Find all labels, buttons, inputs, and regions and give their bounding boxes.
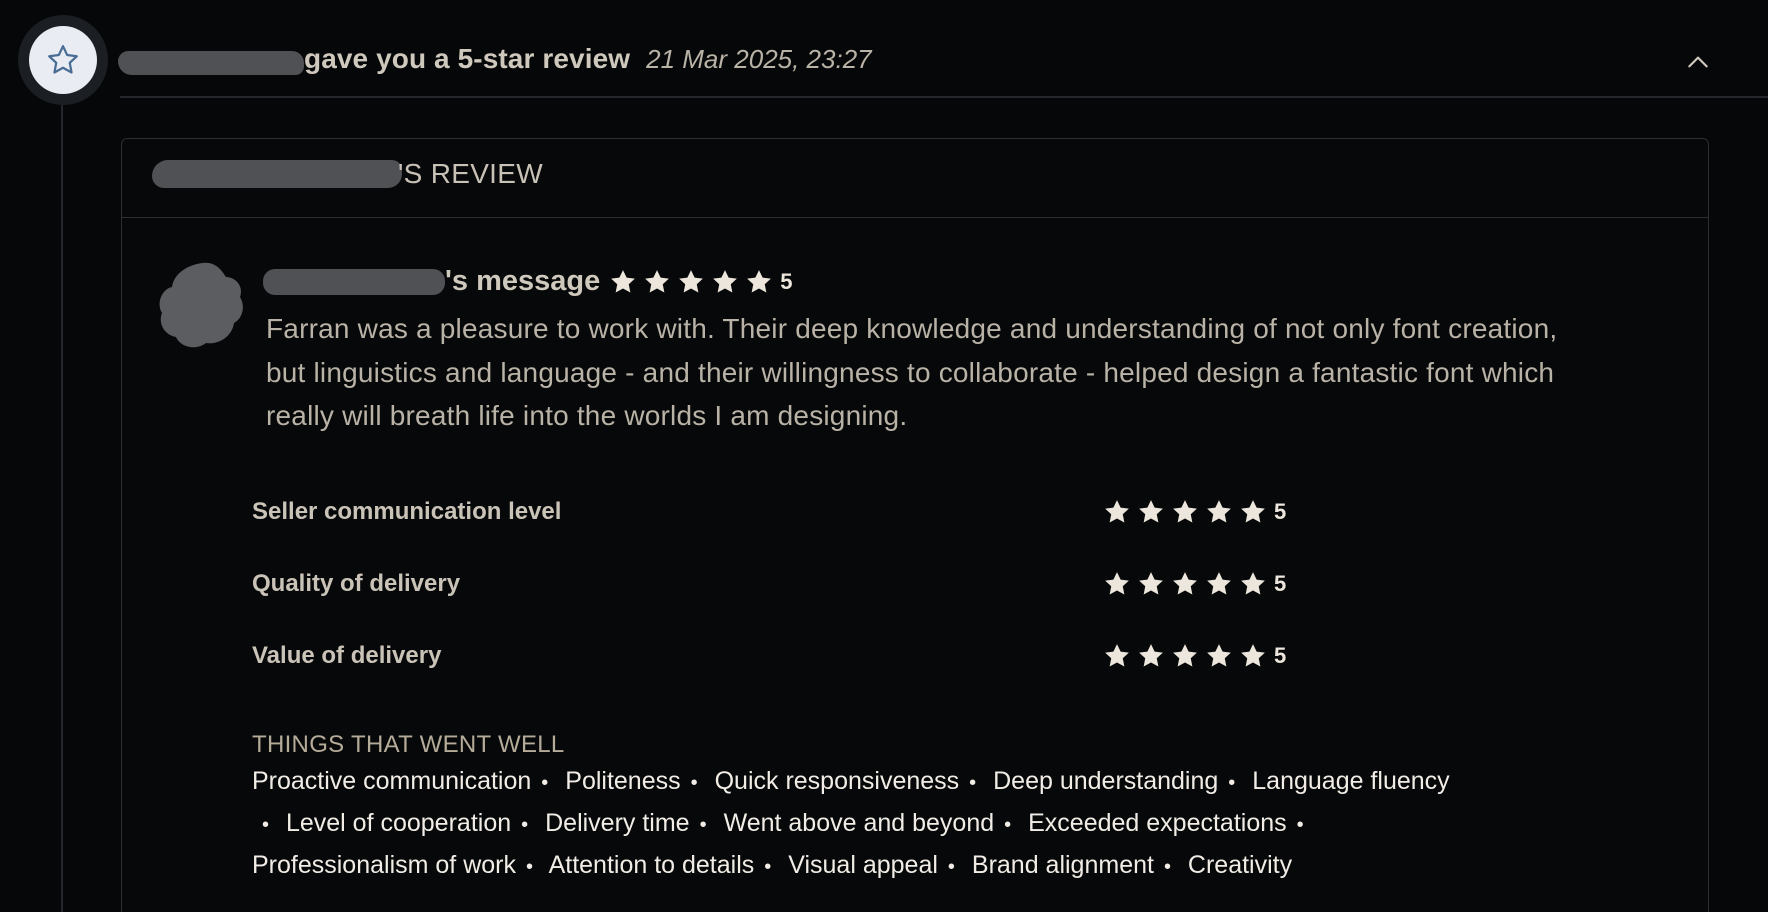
bullet-separator: • — [1296, 814, 1304, 836]
event-header: gave you a 5-star review 21 Mar 2025, 23… — [118, 36, 872, 82]
rating-value: 5 — [1274, 571, 1287, 596]
review-card: 'S REVIEW 's message 5 Farran was a plea… — [121, 138, 1709, 912]
bullet-separator: • — [521, 814, 529, 836]
went-well-tag: Creativity — [1187, 851, 1293, 879]
star-icon — [645, 269, 670, 292]
star-icon — [1207, 500, 1231, 523]
redacted-reviewer-name — [263, 268, 445, 295]
star-outline-icon — [48, 45, 78, 74]
star-icon — [1105, 572, 1129, 595]
went-well-tag: Level of cooperation — [285, 809, 512, 837]
message-label: 's message — [445, 265, 601, 297]
bullet-separator: • — [1163, 856, 1171, 878]
star-icon — [1173, 644, 1197, 667]
went-well-tag: Proactive communication — [252, 767, 532, 795]
avatar — [159, 262, 243, 348]
rating-value: 5 — [1274, 499, 1287, 524]
star-icon — [1105, 644, 1129, 667]
bullet-separator: • — [699, 814, 707, 836]
timeline-line — [61, 96, 63, 912]
rating-row-communication: Seller communication level 5 — [252, 492, 1452, 532]
rating-stars: 5 — [1102, 497, 1286, 527]
rating-label: Seller communication level — [252, 498, 562, 525]
went-well-tag: Professionalism of work — [252, 851, 516, 879]
went-well-list: Proactive communication • Politeness • Qui… — [252, 761, 1562, 887]
star-icon — [713, 269, 738, 292]
went-well-tag: Delivery time — [545, 809, 690, 837]
event-timestamp: 21 Mar 2025, 23:27 — [646, 43, 872, 74]
star-icon — [1207, 644, 1231, 667]
rating-value: 5 — [1274, 643, 1287, 668]
bullet-separator: • — [541, 772, 549, 794]
star-icon — [1139, 500, 1163, 523]
event-badge-circle — [29, 26, 97, 94]
star-icon — [1139, 572, 1163, 595]
header-divider — [120, 96, 1768, 98]
message-rating-value: 5 — [780, 268, 793, 294]
went-well-tag: Quick responsiveness — [714, 767, 960, 795]
star-icon — [679, 269, 704, 292]
redacted-username — [118, 51, 304, 75]
bullet-separator: • — [969, 772, 977, 794]
rating-label: Value of delivery — [252, 642, 442, 669]
rating-stars: 5 — [1102, 569, 1286, 599]
review-message-text: Farran was a pleasure to work with. Thei… — [266, 313, 1558, 431]
went-well-tag: Attention to details — [548, 851, 755, 879]
chevron-up-icon — [1688, 56, 1708, 68]
bullet-separator: • — [947, 856, 955, 878]
bullet-separator: • — [1228, 772, 1236, 794]
star-icon — [1241, 500, 1265, 523]
bullet-separator: • — [262, 814, 270, 836]
rating-row-value: Value of delivery 5 — [252, 636, 1452, 676]
star-icon — [1173, 572, 1197, 595]
star-icon — [1241, 572, 1265, 595]
rating-label: Quality of delivery — [252, 570, 461, 597]
went-well-tag: Language fluency — [1252, 767, 1450, 795]
star-icon — [1139, 644, 1163, 667]
card-title: 'S REVIEW — [152, 158, 543, 190]
bullet-separator: • — [764, 856, 772, 878]
message-star-rating: 5 — [608, 267, 792, 297]
went-well-tag: Went above and beyond — [723, 809, 995, 837]
card-header: 'S REVIEW — [122, 139, 1708, 218]
event-title: gave you a 5-star review — [304, 43, 631, 74]
review-event-page: gave you a 5-star review 21 Mar 2025, 23… — [0, 0, 1768, 912]
rating-stars: 5 — [1102, 641, 1286, 671]
collapse-button[interactable] — [1680, 44, 1716, 80]
star-icon — [1207, 572, 1231, 595]
event-badge — [18, 15, 108, 105]
went-well-tag: Deep understanding — [993, 767, 1219, 795]
went-well-tag: Politeness — [565, 767, 681, 795]
bullet-separator: • — [690, 772, 698, 794]
went-well-tag: Visual appeal — [788, 851, 938, 879]
card-title-text: 'S REVIEW — [398, 158, 543, 189]
star-icon — [1241, 644, 1265, 667]
redacted-reviewer-name — [152, 160, 402, 188]
star-icon — [611, 269, 636, 292]
went-well-tag: Exceeded expectations — [1028, 809, 1287, 837]
star-icon — [1105, 500, 1129, 523]
went-well-title: THINGS THAT WENT WELL — [252, 731, 565, 758]
star-icon — [747, 269, 772, 292]
bullet-separator: • — [1004, 814, 1012, 836]
rating-row-quality: Quality of delivery 5 — [252, 564, 1452, 604]
bullet-separator: • — [525, 856, 533, 878]
star-icon — [1173, 500, 1197, 523]
went-well-tag: Brand alignment — [971, 851, 1154, 879]
message-header: 's message 5 — [263, 265, 792, 298]
